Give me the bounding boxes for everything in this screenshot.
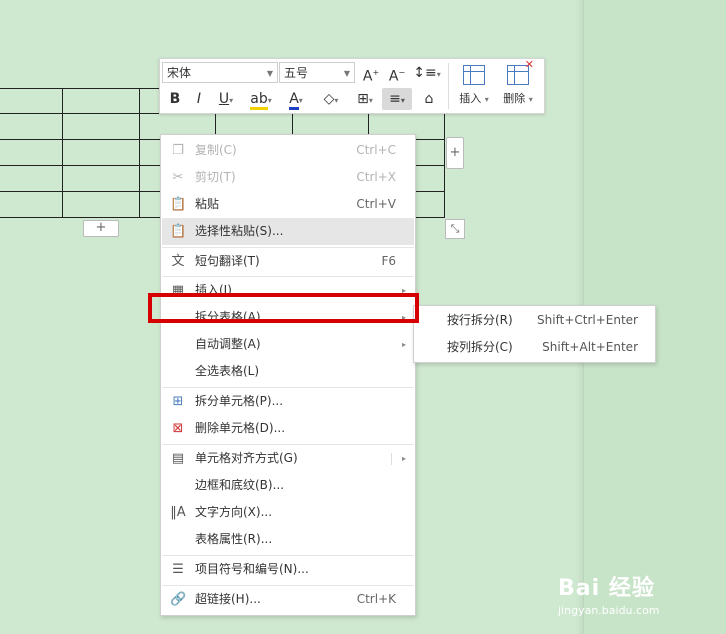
font-color-icon[interactable]: A▾ bbox=[282, 88, 310, 110]
bold-icon[interactable]: B bbox=[164, 88, 186, 110]
chevron-down-icon: ▼ bbox=[266, 69, 273, 78]
menu-item-label: 选择性粘贴(S)... bbox=[195, 224, 284, 238]
italic-icon[interactable]: I bbox=[188, 88, 210, 110]
underline-icon[interactable]: U▾ bbox=[212, 88, 240, 110]
menu-item-label: 边框和底纹(B)... bbox=[195, 478, 285, 492]
menu-item-label: 超链接(H)... bbox=[195, 592, 261, 606]
menu-item-borders-shading[interactable]: 边框和底纹(B)... bbox=[162, 472, 414, 499]
shading-icon[interactable]: ◇▾ bbox=[316, 88, 346, 110]
grow-font-icon[interactable]: A+ bbox=[360, 62, 382, 85]
translate-icon: 文 bbox=[171, 254, 185, 269]
menu-item-copy[interactable]: ❐ 复制(C) Ctrl+C bbox=[162, 137, 414, 164]
menu-item-select-table[interactable]: 全选表格(L) bbox=[162, 358, 414, 385]
menu-item-paste-special[interactable]: 📋 选择性粘贴(S)... bbox=[162, 218, 414, 245]
menu-item-shortcut: Ctrl+K bbox=[356, 592, 396, 606]
watermark: Bai 经验 jingyan.baidu.com bbox=[558, 570, 718, 625]
add-row-button[interactable]: + bbox=[83, 220, 119, 237]
scissors-icon: ✂ bbox=[172, 170, 184, 185]
insert-label: 插入 bbox=[459, 92, 482, 105]
menu-item-label: 按列拆分(C) bbox=[447, 340, 513, 354]
line-spacing-icon[interactable]: ↕≡▾ bbox=[412, 62, 442, 84]
menu-item-label: 单元格对齐方式(G) bbox=[195, 451, 298, 465]
font-name-value: 宋体 bbox=[167, 66, 192, 80]
delete-cells-icon: ⊠ bbox=[172, 421, 184, 436]
shrink-font-icon[interactable]: A− bbox=[386, 62, 408, 85]
delete-label: 删除 bbox=[503, 92, 526, 105]
menu-item-shortcut: Shift+Alt+Enter bbox=[542, 340, 638, 354]
menu-item-table-properties[interactable]: 表格属性(R)... bbox=[162, 526, 414, 553]
context-menu: ❐ 复制(C) Ctrl+C ✂ 剪切(T) Ctrl+X 📋 粘贴 Ctrl+… bbox=[160, 134, 416, 616]
menu-item-label: 剪切(T) bbox=[195, 170, 236, 184]
table-insert-icon bbox=[463, 65, 485, 85]
menu-item-label: 项目符号和编号(N)... bbox=[195, 562, 309, 576]
insert-button[interactable]: 插入 ▾ bbox=[452, 62, 496, 110]
highlight-icon[interactable]: ab▾ bbox=[246, 88, 276, 110]
table-col-border bbox=[62, 88, 63, 218]
chevron-down-icon: ▼ bbox=[343, 69, 350, 78]
menu-item-label: 自动调整(A) bbox=[195, 337, 261, 351]
menu-item-label: 删除单元格(D)... bbox=[195, 421, 286, 435]
menu-item-label: 复制(C) bbox=[195, 143, 237, 157]
watermark-url: jingyan.baidu.com bbox=[558, 604, 660, 617]
menu-item-hyperlink[interactable]: 🔗 超链接(H)... Ctrl+K bbox=[162, 586, 414, 613]
menu-item-shortcut: Ctrl+V bbox=[356, 197, 396, 211]
toolbar-divider bbox=[448, 63, 449, 109]
watermark-brand: Bai 经验 bbox=[558, 576, 655, 601]
chevron-right-icon: ▸ bbox=[401, 454, 406, 463]
menu-item-divider bbox=[391, 453, 392, 465]
chevron-right-icon: ▸ bbox=[401, 340, 406, 349]
add-column-button[interactable]: + bbox=[446, 137, 464, 169]
borders-icon[interactable]: ⊞▾ bbox=[350, 88, 380, 110]
menu-item-paste[interactable]: 📋 粘贴 Ctrl+V bbox=[162, 191, 414, 218]
menu-item-label: 短句翻译(T) bbox=[195, 254, 260, 268]
floating-format-toolbar: 宋体 ▼ 五号 ▼ A+ A− ↕≡▾ B I U▾ ab▾ A▾ ◇▾ ⊞▾ ≡▾… bbox=[159, 58, 545, 114]
menu-item-split-by-row[interactable]: 按行拆分(R) Shift+Ctrl+Enter bbox=[414, 307, 655, 334]
menu-item-translate[interactable]: 文 短句翻译(T) F6 bbox=[162, 248, 414, 275]
menu-item-split-cells[interactable]: ⊞ 拆分单元格(P)... bbox=[162, 388, 414, 415]
cell-align-icon: ▤ bbox=[171, 451, 185, 466]
format-painter-icon[interactable]: ⌂ bbox=[418, 88, 440, 110]
menu-item-label: 全选表格(L) bbox=[195, 364, 260, 378]
delete-button[interactable]: ✕ 删除 ▾ bbox=[496, 58, 540, 110]
copy-icon: ❐ bbox=[172, 143, 184, 158]
menu-item-split-by-column[interactable]: 按列拆分(C) Shift+Alt+Enter bbox=[414, 334, 655, 361]
highlight-annotation-box bbox=[148, 293, 419, 323]
table-resize-handle[interactable]: ⤡ bbox=[445, 219, 465, 239]
menu-item-shortcut: F6 bbox=[381, 254, 396, 268]
table-col-border bbox=[139, 88, 140, 218]
menu-item-label: 文字方向(X)... bbox=[195, 505, 273, 519]
font-size-value: 五号 bbox=[284, 66, 309, 80]
paste-special-icon: 📋 bbox=[170, 224, 187, 239]
menu-item-cut[interactable]: ✂ 剪切(T) Ctrl+X bbox=[162, 164, 414, 191]
menu-item-bullets-numbering[interactable]: ☰ 项目符号和编号(N)... bbox=[162, 556, 414, 583]
split-cells-icon: ⊞ bbox=[172, 394, 184, 409]
text-direction-icon: ‖A bbox=[170, 505, 186, 520]
font-name-select[interactable]: 宋体 ▼ bbox=[162, 62, 278, 83]
clipboard-icon: 📋 bbox=[170, 197, 187, 212]
menu-item-shortcut: Ctrl+X bbox=[356, 170, 396, 184]
table-delete-icon: ✕ bbox=[507, 58, 534, 85]
menu-item-label: 表格属性(R)... bbox=[195, 532, 273, 546]
menu-item-label: 拆分单元格(P)... bbox=[195, 394, 284, 408]
menu-item-delete-cells[interactable]: ⊠ 删除单元格(D)... bbox=[162, 415, 414, 442]
menu-item-label: 按行拆分(R) bbox=[447, 313, 513, 327]
table-col-border bbox=[444, 113, 445, 218]
menu-item-text-direction[interactable]: ‖A 文字方向(X)... bbox=[162, 499, 414, 526]
split-table-submenu: 按行拆分(R) Shift+Ctrl+Enter 按列拆分(C) Shift+A… bbox=[413, 305, 656, 363]
bullet-list-icon: ☰ bbox=[172, 562, 184, 577]
menu-item-shortcut: Ctrl+C bbox=[356, 143, 396, 157]
menu-item-cell-alignment[interactable]: ▤ 单元格对齐方式(G) ▸ bbox=[162, 445, 414, 472]
menu-item-label: 粘贴 bbox=[195, 197, 220, 211]
menu-item-shortcut: Shift+Ctrl+Enter bbox=[537, 313, 638, 327]
align-icon[interactable]: ≡▾ bbox=[382, 88, 412, 110]
link-icon: 🔗 bbox=[170, 592, 187, 607]
font-size-select[interactable]: 五号 ▼ bbox=[279, 62, 355, 83]
menu-item-autofit[interactable]: 自动调整(A) ▸ bbox=[162, 331, 414, 358]
